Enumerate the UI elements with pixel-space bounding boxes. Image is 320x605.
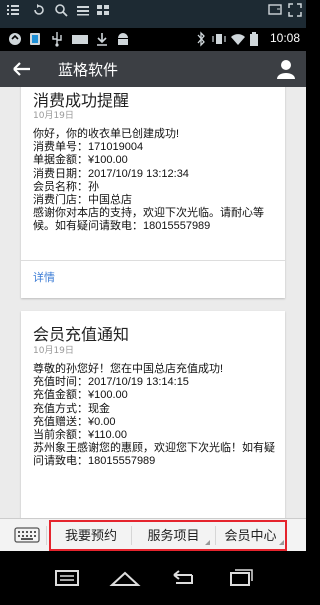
sync-icon — [8, 31, 22, 47]
menu-icon — [55, 570, 79, 586]
card-line: 充值时间：2017/10/19 13:14:15 — [33, 376, 189, 389]
keyboard-icon — [14, 527, 40, 543]
rotate-icon[interactable] — [32, 3, 46, 17]
card-title: 会员充值通知 — [33, 327, 130, 344]
vibrate-icon — [212, 31, 226, 47]
back-nav-button[interactable] — [166, 565, 200, 591]
menu-separator — [46, 526, 47, 545]
card-line: 会员名称：孙 — [33, 180, 99, 193]
card-body: 尊敬的孙您好！您在中国总店充值成功! 充值时间：2017/10/19 13:14… — [33, 363, 277, 469]
app-bar: 蓝格软件 — [0, 51, 306, 87]
card-line: 充值金额：¥100.00 — [33, 389, 128, 402]
menu-nav-button[interactable] — [50, 565, 84, 591]
status-bar: 10:08 — [0, 28, 306, 51]
card-line: 充值赠送：¥0.00 — [33, 415, 116, 428]
card-line: 当前余额：¥110.00 — [33, 429, 127, 442]
search-icon[interactable] — [54, 3, 68, 17]
battery-icon — [249, 31, 259, 47]
card-date: 10月19日 — [33, 346, 74, 356]
card-line: 消费单号：171019004 — [33, 141, 144, 154]
card-line: 充值方式：现金 — [33, 402, 110, 415]
user-icon — [277, 60, 295, 79]
download-icon — [95, 31, 109, 47]
menu-icon[interactable] — [76, 3, 90, 17]
android-icon — [116, 31, 130, 47]
bluetooth-icon — [196, 31, 206, 47]
card-line: 尊敬的孙您好！您在中国总店充值成功! — [33, 363, 224, 375]
message-list[interactable]: 消费成功提醒 10月19日 你好，你的收衣单已创建成功! 消费单号：171019… — [0, 87, 306, 518]
custom-menu-bar: 我要预约 服务项目 会员中心 — [0, 518, 306, 552]
navigation-bar — [0, 551, 306, 605]
recents-icon — [230, 569, 253, 586]
arrow-left-icon — [13, 62, 30, 76]
usb-icon — [50, 31, 64, 47]
clock: 10:08 — [269, 31, 300, 45]
back-icon — [173, 570, 193, 584]
grid-icon[interactable] — [96, 3, 110, 17]
keyboard-toggle-button[interactable] — [13, 524, 41, 546]
card-line: 你好，你的收衣单已创建成功! — [33, 128, 180, 140]
card-divider — [21, 260, 285, 261]
message-card-consumption: 消费成功提醒 10月19日 你好，你的收衣单已创建成功! 消费单号：171019… — [21, 87, 285, 298]
page-title: 蓝格软件 — [58, 62, 119, 79]
card-line: 苏州象王感谢您的惠顾，欢迎您下次光临！如有疑问请致电：18015557989 — [33, 442, 275, 468]
screen-icon[interactable] — [268, 3, 282, 17]
card-line: 消费门店：中国总店 — [33, 194, 132, 207]
message-card-recharge: 会员充值通知 10月19日 尊敬的孙您好！您在中国总店充值成功! 充值时间：20… — [21, 311, 285, 518]
list-icon[interactable] — [6, 3, 20, 17]
debug-icon — [71, 31, 89, 47]
fullscreen-icon[interactable] — [288, 3, 302, 17]
card-body: 你好，你的收衣单已创建成功! 消费单号：171019004 单据金额：¥100.… — [33, 128, 277, 234]
menu-highlight-box — [49, 520, 287, 551]
recents-nav-button[interactable] — [224, 565, 258, 591]
card-date: 10月19日 — [33, 111, 74, 121]
home-nav-button[interactable] — [108, 565, 142, 591]
wifi-icon — [230, 31, 246, 47]
user-button[interactable] — [274, 57, 298, 81]
details-link[interactable]: 详情 — [33, 269, 55, 285]
card-line: 感谢你对本店的支持，欢迎下次光临。请耐心等候。如有疑问请致电：180155579… — [33, 207, 264, 233]
home-icon — [109, 571, 141, 586]
back-button[interactable] — [8, 57, 36, 81]
app-notification-icon — [28, 31, 42, 47]
card-line: 单据金额：¥100.00 — [33, 154, 128, 167]
card-line: 消费日期：2017/10/19 13:12:34 — [33, 167, 189, 180]
emulator-toolbar — [0, 0, 306, 28]
